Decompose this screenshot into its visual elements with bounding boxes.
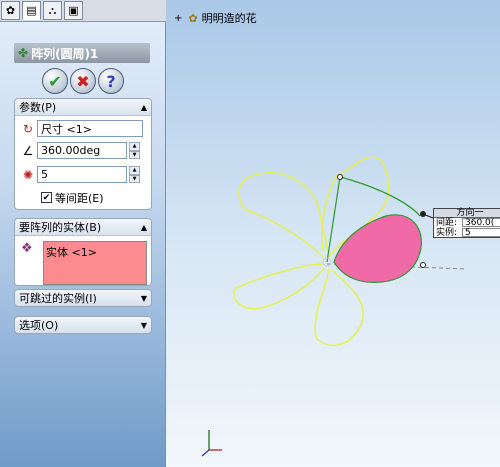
features-to-pattern-header[interactable]: 要阵列的实体(B) ▲ (15, 219, 151, 236)
callout-spacing-row: 间距: 360.0( (434, 218, 500, 228)
angle-input[interactable]: 360.00deg (37, 142, 127, 159)
expand-icon: ▼ (140, 293, 147, 303)
parameters-group: 参数(P) ▲ ↻ 尺寸 <1> ∠ 360.00deg ▲ ▼ ✺ 5 ▲ ▼ ✔… (14, 98, 152, 210)
direction-callout[interactable]: 方向一 间距: 360.0( 实例: 5 (433, 208, 500, 238)
feature-title: 阵列(圆周)1 (31, 46, 99, 61)
circular-pattern-icon: ✤ (18, 46, 29, 60)
options-label: 选项(O) (19, 319, 59, 332)
configuration-manager-tab[interactable]: ⛬ (43, 1, 62, 20)
options-header[interactable]: 选项(O) ▼ (14, 316, 152, 334)
angle-row: ∠ 360.00deg ▲ ▼ (19, 142, 149, 159)
arc-handle (337, 174, 343, 180)
property-manager: ✿ ▤ ⛬ ▣ ✤ 阵列(圆周)1 ✔ ✖ ? 参数(P) ▲ ↻ 尺寸 <1>… (0, 0, 166, 467)
callout-count-row: 实例: 5 (434, 228, 500, 238)
coordinate-triad-icon (201, 430, 222, 457)
features-list-box[interactable]: 实体 <1> (43, 241, 147, 285)
instances-to-skip-label: 可跳过的实例(I) (19, 292, 97, 305)
reverse-direction-icon[interactable]: ↻ (19, 120, 37, 137)
equal-spacing-label: 等间距(E) (55, 191, 104, 205)
help-button[interactable]: ? (98, 68, 124, 94)
equal-spacing-checkbox[interactable]: ✔ (41, 192, 52, 203)
collapse-icon: ▲ (140, 102, 147, 112)
direction-arrow-icon (420, 211, 434, 219)
equal-spacing-row: ✔ 等间距(E) (41, 189, 171, 206)
help-icon: ? (106, 71, 116, 91)
property-sheet-icon: ▤ (26, 4, 37, 17)
features-to-pattern-label: 要阵列的实体(B) (19, 221, 102, 234)
display-manager-tab[interactable]: ▣ (64, 1, 83, 20)
instances-row: ✺ 5 ▲ ▼ (19, 166, 149, 183)
feature-tree-icon: ✿ (5, 4, 16, 17)
features-to-pattern-group: 要阵列的实体(B) ▲ ❖ 实体 <1> (14, 218, 152, 286)
instances-spinner[interactable]: ▲ ▼ (129, 166, 140, 183)
instances-to-skip-header[interactable]: 可跳过的实例(I) ▼ (14, 289, 152, 307)
feature-title-bar: ✤ 阵列(圆周)1 (14, 43, 150, 63)
collapse-icon: ▲ (140, 222, 147, 232)
angle-spinner[interactable]: ▲ ▼ (129, 142, 140, 159)
property-manager-tab[interactable]: ▤ (22, 1, 41, 20)
x-icon: ✖ (76, 71, 90, 91)
parameters-header[interactable]: 参数(P) ▲ (15, 99, 151, 116)
callout-spacing-label: 间距: (436, 218, 458, 228)
selected-petal (333, 214, 423, 283)
callout-count-label: 实例: (436, 228, 458, 238)
feature-manager-tab[interactable]: ✿ (1, 1, 20, 20)
ok-button[interactable]: ✔ (42, 68, 68, 94)
cancel-button[interactable]: ✖ (70, 68, 96, 94)
expand-icon: ▼ (140, 320, 147, 330)
petal-left-outline (238, 171, 329, 259)
graphics-area[interactable]: + ✿ 明明造的花 方向一 间距: 360.0(实例: 5 (166, 0, 500, 467)
display-icon: ▣ (68, 4, 79, 17)
petal-lower-left-outline (233, 263, 325, 310)
callout-count-value[interactable]: 5 (462, 228, 500, 238)
instances-input[interactable]: 5 (37, 166, 127, 183)
parameters-header-label: 参数(P) (19, 101, 57, 114)
features-list-item[interactable]: 实体 <1> (46, 246, 97, 259)
manager-tabs: ✿ ▤ ⛬ ▣ (0, 0, 166, 22)
axis-row: ↻ 尺寸 <1> (19, 120, 149, 137)
instances-icon: ✺ (22, 167, 34, 182)
callout-spacing-value[interactable]: 360.0( (462, 218, 500, 228)
configuration-icon: ⛬ (48, 3, 57, 17)
features-icon: ❖ (21, 241, 33, 256)
axis-field[interactable]: 尺寸 <1> (37, 120, 143, 137)
angle-icon: ∠ (22, 143, 34, 158)
pattern-radius-line (326, 176, 341, 263)
check-icon: ✔ (48, 71, 62, 91)
callout-title: 方向一 (434, 209, 500, 218)
end-handle (420, 262, 426, 268)
